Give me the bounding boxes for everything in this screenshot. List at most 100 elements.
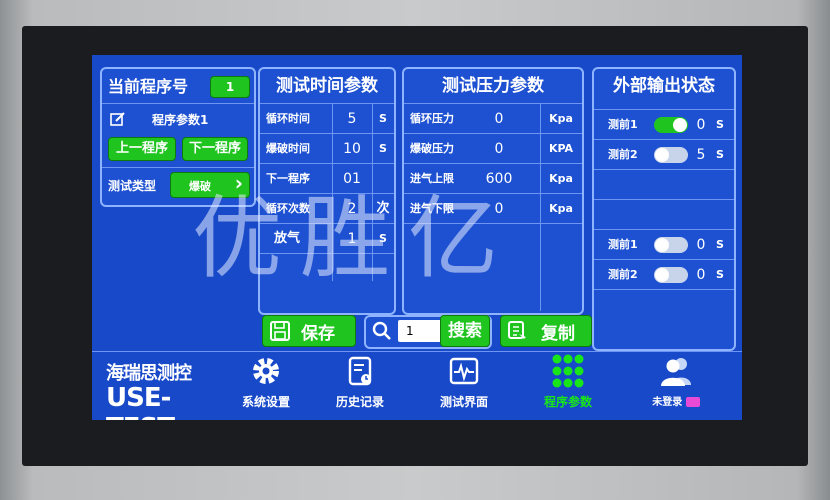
test-type-value: 爆破 (189, 180, 211, 193)
nav-login[interactable]: 未登录 (640, 347, 712, 417)
output-row-empty (594, 199, 734, 230)
output-value[interactable]: 5 (692, 140, 710, 170)
copy-label: 复制 (541, 324, 575, 344)
time-label: 下一程序 (266, 172, 310, 185)
output-label: 测前2 (608, 148, 638, 161)
brand-cn: 海瑞思测控 (106, 363, 192, 384)
time-row: 下一程序 01 (260, 163, 394, 194)
time-unit (372, 164, 394, 194)
pressure-row: 进气上限 600 Kpa (404, 163, 582, 194)
pressure-unit: Kpa (549, 112, 573, 125)
pressure-params-title: 测试压力参数 (442, 76, 544, 96)
pressure-params-panel: 测试压力参数 循环压力 0 Kpa 爆破压力 0 KPA 进气上限 600 Kp… (402, 67, 584, 315)
pressure-label: 循环压力 (410, 112, 454, 125)
floppy-icon (269, 320, 291, 342)
row-divider (102, 167, 254, 168)
time-label: 循环次数 (266, 202, 310, 215)
waveform-icon (448, 355, 480, 387)
program-name: 程序参数1 (152, 113, 209, 127)
grid-dots-icon (550, 353, 586, 389)
burst-time-value[interactable]: 10 (332, 134, 372, 164)
prev-program-button[interactable]: 上一程序 (108, 137, 176, 161)
cycle-pressure-value[interactable]: 0 (474, 104, 524, 134)
output-unit: S (716, 148, 724, 161)
intake-upper-value[interactable]: 600 (474, 164, 524, 194)
current-program-label: 当前程序号 (108, 77, 189, 96)
time-unit: S (379, 112, 387, 125)
output-toggle-off[interactable] (654, 147, 688, 163)
pressure-row: 爆破压力 0 KPA (404, 133, 582, 164)
pressure-unit: Kpa (549, 172, 573, 185)
chevron-right-icon: › (234, 171, 243, 195)
search-button[interactable]: 搜索 (440, 315, 490, 347)
nav-program-params[interactable]: 程序参数 (532, 347, 604, 417)
vent-time-value[interactable]: 1 (332, 224, 372, 254)
output-toggle-off[interactable] (654, 237, 688, 253)
pressure-label: 进气上限 (410, 172, 454, 185)
test-type-label: 测试类型 (108, 179, 157, 193)
search-icon (372, 321, 392, 345)
time-row: 循环次数 2 次 (260, 193, 394, 224)
program-number-field[interactable]: 1 (210, 76, 250, 98)
nav-history[interactable]: 历史记录 (324, 347, 396, 417)
output-row: 测前2 5 S (594, 139, 734, 170)
output-status-title: 外部输出状态 (613, 76, 715, 96)
time-unit: 次 (376, 201, 390, 216)
save-button[interactable]: 保存 (262, 315, 356, 347)
nav-system-settings[interactable]: 系统设置 (230, 347, 302, 417)
output-toggle-off[interactable] (654, 267, 688, 283)
output-label: 测前1 (608, 118, 638, 131)
time-params-title: 测试时间参数 (276, 76, 378, 96)
copy-button[interactable]: 复制 (500, 315, 592, 347)
time-row-empty (260, 253, 394, 284)
test-type-selector[interactable]: 爆破 › (170, 171, 250, 198)
brand-logo: 海瑞思测控 USE-TEST (106, 359, 228, 420)
output-row: 测前1 0 S (594, 109, 734, 140)
gear-icon (250, 355, 282, 387)
intake-lower-value[interactable]: 0 (474, 194, 524, 224)
login-row: 未登录 (640, 393, 712, 408)
nav-label: 程序参数 (543, 395, 592, 409)
burst-pressure-value[interactable]: 0 (474, 134, 524, 164)
nav-label: 未登录 (652, 397, 683, 408)
nav-label: 历史记录 (335, 395, 384, 409)
pressure-row-empty (404, 223, 582, 254)
nav-label: 系统设置 (241, 395, 290, 409)
time-label: 放气 (274, 231, 301, 246)
output-value[interactable]: 0 (692, 110, 710, 140)
nav-label: 测试界面 (439, 395, 488, 409)
cycle-count-value[interactable]: 2 (332, 194, 372, 224)
pressure-row: 进气下限 0 Kpa (404, 193, 582, 224)
output-row-empty (594, 289, 734, 320)
output-unit: S (716, 238, 724, 251)
time-unit: S (379, 232, 387, 245)
next-program-value[interactable]: 01 (332, 164, 372, 194)
next-program-button[interactable]: 下一程序 (182, 137, 248, 161)
edit-icon[interactable] (110, 111, 126, 127)
row-divider (102, 103, 254, 104)
program-panel: 当前程序号 1 程序参数1 上一程序 下一程序 测试类型 爆破 › (100, 67, 256, 207)
time-row: 放气 1 S (260, 223, 394, 254)
login-arrow-icon (685, 397, 700, 407)
cycle-time-value[interactable]: 5 (332, 104, 372, 134)
save-label: 保存 (301, 324, 335, 344)
output-row-empty (594, 169, 734, 200)
pressure-unit: Kpa (549, 202, 573, 215)
output-toggle-on[interactable] (654, 117, 688, 133)
time-unit: S (379, 142, 387, 155)
output-value[interactable]: 0 (692, 230, 710, 260)
time-row: 爆破时间 10 S (260, 133, 394, 164)
nav-test-screen[interactable]: 测试界面 (428, 347, 500, 417)
output-status-panel: 外部输出状态 测前1 0 S 测前2 5 S 测前1 0 S 测前2 0 S (592, 67, 736, 351)
output-unit: S (716, 268, 724, 281)
output-value[interactable]: 0 (692, 260, 710, 290)
output-row: 测前2 0 S (594, 259, 734, 290)
brand-en: USE-TEST (106, 383, 175, 420)
time-label: 循环时间 (266, 112, 310, 125)
history-icon (344, 355, 376, 387)
time-label: 爆破时间 (266, 142, 310, 155)
user-icon (659, 355, 693, 387)
time-params-panel: 测试时间参数 循环时间 5 S 爆破时间 10 S 下一程序 01 循环次数 2… (258, 67, 396, 315)
pressure-row: 循环压力 0 Kpa (404, 103, 582, 134)
pressure-label: 爆破压力 (410, 142, 454, 155)
